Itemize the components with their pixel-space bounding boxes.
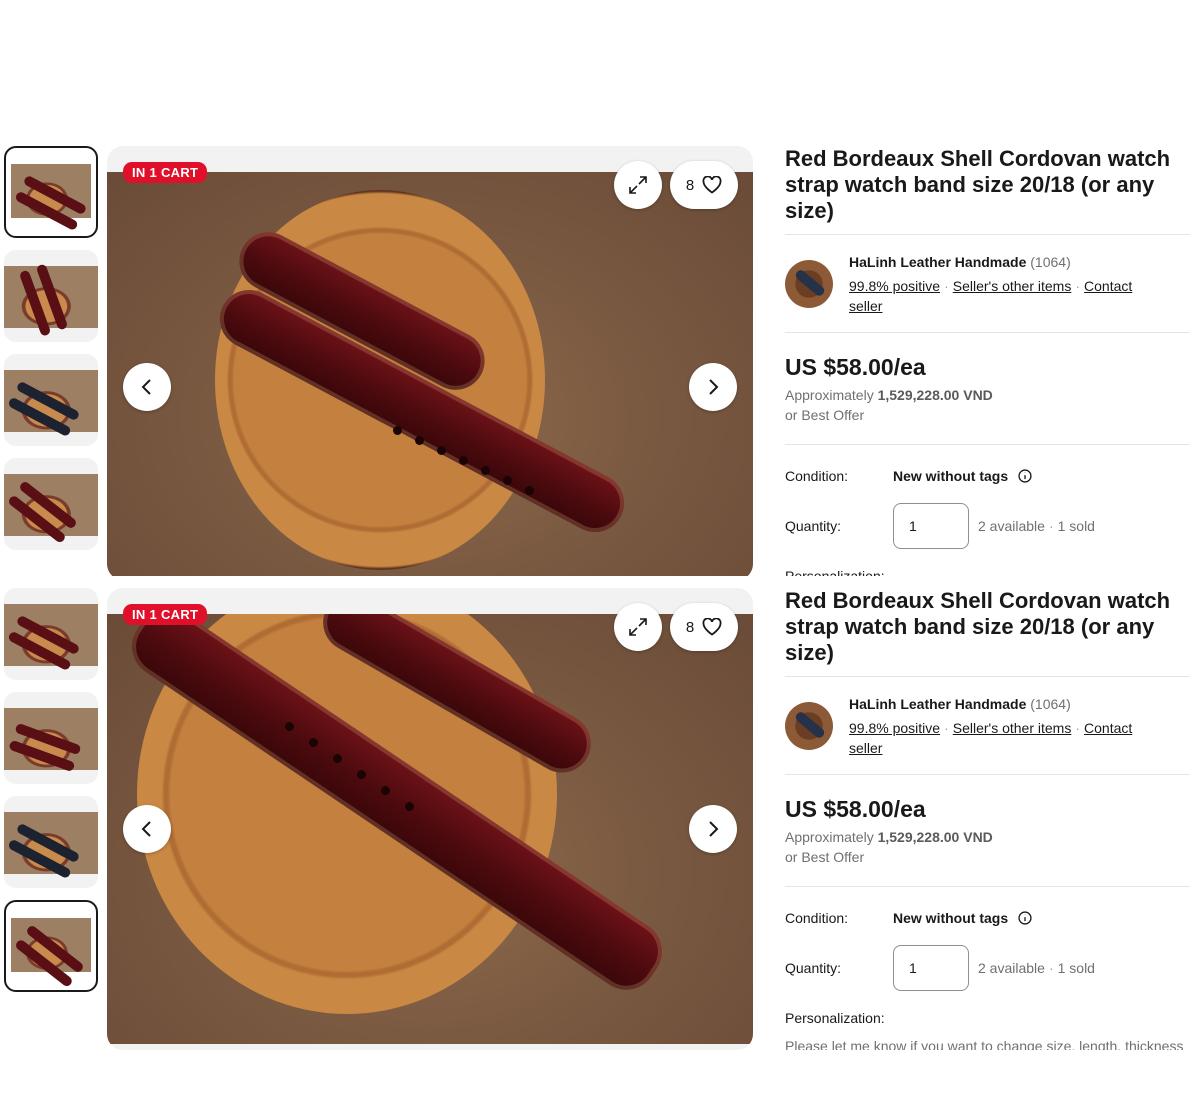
watch-count: 8 bbox=[685, 176, 695, 194]
watch-button[interactable]: 8 bbox=[670, 161, 738, 209]
personalization-label: Personalization: bbox=[785, 1010, 885, 1026]
prev-image-button[interactable] bbox=[123, 805, 171, 853]
seller-avatar[interactable] bbox=[785, 260, 833, 308]
quantity-input[interactable]: 1 bbox=[893, 503, 969, 549]
in-cart-badge: IN 1 CART bbox=[123, 162, 208, 183]
divider bbox=[785, 676, 1190, 677]
seller-feedback-count: (1064) bbox=[1030, 696, 1071, 712]
approx-price: Approximately 1,529,228.00 VND bbox=[785, 829, 993, 845]
listing-title: Red Bordeaux Shell Cordovan watch strap … bbox=[785, 588, 1171, 665]
next-image-button[interactable] bbox=[689, 363, 737, 411]
sold-count: 1 sold bbox=[1057, 518, 1095, 534]
main-photo-frame: IN 1 CART 8 bbox=[107, 588, 753, 1050]
next-image-button[interactable] bbox=[689, 805, 737, 853]
watch-count: 8 bbox=[685, 618, 695, 636]
available-count: 2 available bbox=[978, 960, 1045, 976]
expand-button[interactable] bbox=[614, 161, 662, 209]
quantity-input[interactable]: 1 bbox=[893, 945, 969, 991]
seller-other-items-link[interactable]: Seller's other items bbox=[953, 720, 1072, 736]
chevron-left-icon bbox=[141, 821, 151, 837]
info-icon[interactable] bbox=[1018, 911, 1032, 925]
listing-panel-bottom: IN 1 CART 8 Red Bordeaux Shell Cordovan … bbox=[0, 588, 1192, 1050]
condition-value: New without tags bbox=[893, 468, 1032, 484]
thumbnail-2[interactable] bbox=[4, 250, 98, 342]
thumbnail-7[interactable] bbox=[4, 796, 98, 888]
thumbnail-6[interactable] bbox=[4, 692, 98, 784]
best-offer-text: or Best Offer bbox=[785, 407, 865, 423]
seller-name-text: HaLinh Leather Handmade bbox=[849, 254, 1027, 270]
main-photo-frame: IN 1 CART 8 bbox=[107, 146, 753, 576]
best-offer-text: or Best Offer bbox=[785, 849, 865, 865]
heart-icon bbox=[702, 176, 722, 194]
thumbnail-5[interactable] bbox=[4, 588, 98, 680]
sold-count: 1 sold bbox=[1057, 960, 1095, 976]
personalization-note: Please let me know if you want to change… bbox=[785, 1038, 1184, 1050]
condition-text: New without tags bbox=[893, 910, 1009, 926]
seller-other-items-link[interactable]: Seller's other items bbox=[953, 278, 1072, 294]
seller-links: 99.8% positive · Seller's other items · Cont… bbox=[849, 278, 1133, 314]
info-icon[interactable] bbox=[1018, 469, 1032, 483]
seller-feedback-count: (1064) bbox=[1030, 254, 1071, 270]
price: US $58.00/ea bbox=[785, 354, 926, 380]
condition-text: New without tags bbox=[893, 468, 1009, 484]
seller-name[interactable]: HaLinh Leather Handmade (1064) bbox=[849, 696, 1071, 712]
positive-feedback-link[interactable]: 99.8% positive bbox=[849, 278, 940, 294]
divider bbox=[785, 332, 1190, 333]
quantity-label: Quantity: bbox=[785, 960, 842, 976]
condition-value: New without tags bbox=[893, 910, 1032, 926]
seller-avatar[interactable] bbox=[785, 702, 833, 750]
availability: 2 available · 1 sold bbox=[978, 960, 1095, 976]
quantity-label: Quantity: bbox=[785, 518, 842, 534]
approx-value: 1,529,228.00 VND bbox=[877, 829, 993, 845]
thumbnail-4[interactable] bbox=[4, 458, 98, 550]
approx-price: Approximately 1,529,228.00 VND bbox=[785, 387, 993, 403]
price: US $58.00/ea bbox=[785, 796, 926, 822]
divider bbox=[785, 774, 1190, 775]
watch-button[interactable]: 8 bbox=[670, 603, 738, 651]
listing-panel-top: IN 1 CART 8 Red Bordeaux Shell Cordovan … bbox=[0, 146, 1192, 576]
seller-name-text: HaLinh Leather Handmade bbox=[849, 696, 1027, 712]
available-count: 2 available bbox=[978, 518, 1045, 534]
in-cart-badge: IN 1 CART bbox=[123, 604, 208, 625]
positive-feedback-link[interactable]: 99.8% positive bbox=[849, 720, 940, 736]
product-photo[interactable] bbox=[107, 172, 753, 576]
seller-links: 99.8% positive · Seller's other items · Cont… bbox=[849, 720, 1133, 756]
divider bbox=[785, 886, 1190, 887]
thumbnail-8[interactable] bbox=[4, 900, 98, 992]
expand-icon bbox=[629, 618, 647, 636]
prev-image-button[interactable] bbox=[123, 363, 171, 411]
listing-title: Red Bordeaux Shell Cordovan watch strap … bbox=[785, 146, 1171, 223]
condition-label: Condition: bbox=[785, 910, 849, 926]
product-photo[interactable] bbox=[107, 614, 753, 1044]
approx-value: 1,529,228.00 VND bbox=[877, 387, 993, 403]
chevron-right-icon bbox=[709, 821, 719, 837]
heart-icon bbox=[702, 618, 722, 636]
seller-name[interactable]: HaLinh Leather Handmade (1064) bbox=[849, 254, 1071, 270]
thumbnail-3[interactable] bbox=[4, 354, 98, 446]
approx-prefix: Approximately bbox=[785, 387, 874, 403]
expand-button[interactable] bbox=[614, 603, 662, 651]
thumbnail-1[interactable] bbox=[4, 146, 98, 238]
personalization-label: Personalization: bbox=[785, 568, 885, 576]
chevron-right-icon bbox=[709, 379, 719, 395]
expand-icon bbox=[629, 176, 647, 194]
divider bbox=[785, 444, 1190, 445]
divider bbox=[785, 234, 1190, 235]
approx-prefix: Approximately bbox=[785, 829, 874, 845]
availability: 2 available · 1 sold bbox=[978, 518, 1095, 534]
chevron-left-icon bbox=[141, 379, 151, 395]
condition-label: Condition: bbox=[785, 468, 849, 484]
